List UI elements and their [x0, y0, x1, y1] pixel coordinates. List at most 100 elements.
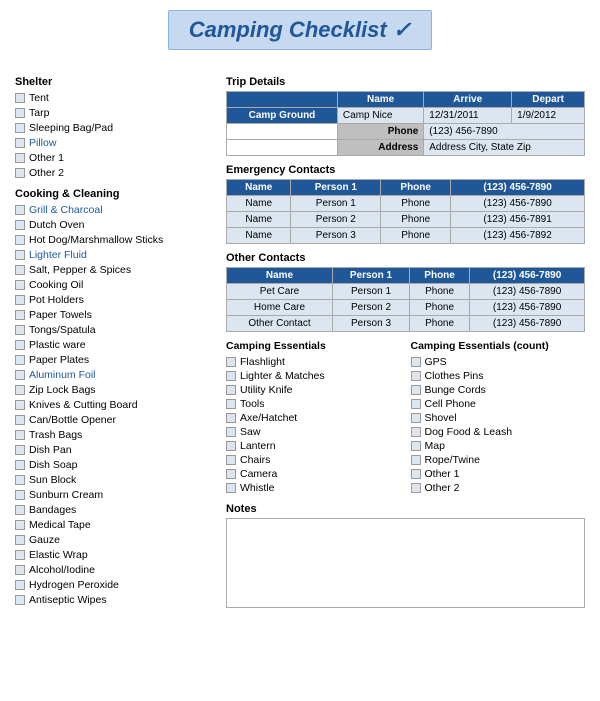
item-label: Sun Block	[29, 474, 76, 486]
checkbox[interactable]	[226, 427, 236, 437]
checkbox[interactable]	[15, 123, 25, 133]
checkbox[interactable]	[15, 460, 25, 470]
item-label: Hot Dog/Marshmallow Sticks	[29, 234, 163, 246]
item-label: Pot Holders	[29, 294, 84, 306]
checkbox[interactable]	[15, 400, 25, 410]
checkbox[interactable]	[15, 385, 25, 395]
checkbox[interactable]	[226, 455, 236, 465]
checkbox[interactable]	[15, 445, 25, 455]
trip-phone-label: Phone	[337, 124, 423, 140]
checkbox[interactable]	[226, 469, 236, 479]
list-item: Dog Food & Leash	[411, 425, 586, 438]
trip-depart: 1/9/2012	[512, 108, 585, 124]
checkbox[interactable]	[15, 340, 25, 350]
checkbox[interactable]	[226, 441, 236, 451]
checkbox[interactable]	[15, 310, 25, 320]
oc-name: Home Care	[227, 300, 333, 316]
notes-box[interactable]	[226, 518, 585, 608]
checkbox[interactable]	[15, 138, 25, 148]
checkbox[interactable]	[411, 357, 421, 367]
checkbox[interactable]	[411, 371, 421, 381]
checkbox[interactable]	[15, 280, 25, 290]
list-item: Tongs/Spatula	[15, 323, 210, 337]
checkbox[interactable]	[15, 475, 25, 485]
list-item: Plastic ware	[15, 338, 210, 352]
checkbox[interactable]	[226, 483, 236, 493]
list-item: Paper Towels	[15, 308, 210, 322]
essentials-left-col: Camping Essentials FlashlightLighter & M…	[226, 340, 401, 495]
checkbox[interactable]	[226, 371, 236, 381]
item-label: Sunburn Cream	[29, 489, 103, 501]
checkbox[interactable]	[226, 399, 236, 409]
checkbox[interactable]	[15, 220, 25, 230]
checkbox[interactable]	[15, 535, 25, 545]
checkbox[interactable]	[15, 265, 25, 275]
checkbox[interactable]	[15, 153, 25, 163]
ec-phone: Phone	[381, 212, 451, 228]
list-item: Hot Dog/Marshmallow Sticks	[15, 233, 210, 247]
checkbox[interactable]	[15, 235, 25, 245]
oc-col-number: (123) 456-7890	[470, 268, 585, 284]
ec-person: Person 3	[291, 228, 381, 244]
checkbox[interactable]	[411, 469, 421, 479]
checkbox[interactable]	[15, 580, 25, 590]
list-item: Medical Tape	[15, 518, 210, 532]
essentials-section: Camping Essentials FlashlightLighter & M…	[226, 340, 585, 495]
oc-phone: Phone	[410, 316, 470, 332]
list-item: Rope/Twine	[411, 453, 586, 466]
checkbox[interactable]	[15, 325, 25, 335]
checkbox[interactable]	[15, 505, 25, 515]
item-label: Tarp	[29, 107, 49, 119]
checkbox[interactable]	[411, 385, 421, 395]
checkbox[interactable]	[15, 250, 25, 260]
checkbox[interactable]	[15, 565, 25, 575]
checkbox[interactable]	[411, 413, 421, 423]
ec-phone: Phone	[381, 196, 451, 212]
checkbox[interactable]	[15, 295, 25, 305]
ess-label: Tools	[240, 398, 265, 410]
checkbox[interactable]	[411, 427, 421, 437]
checkbox[interactable]	[15, 490, 25, 500]
checkbox[interactable]	[15, 550, 25, 560]
item-label: Trash Bags	[29, 429, 82, 441]
checkbox[interactable]	[411, 455, 421, 465]
list-item: Sunburn Cream	[15, 488, 210, 502]
item-label: Hydrogen Peroxide	[29, 579, 119, 591]
checkbox[interactable]	[15, 430, 25, 440]
checkbox[interactable]	[226, 357, 236, 367]
checkbox[interactable]	[15, 520, 25, 530]
ess-label: GPS	[425, 356, 447, 368]
checkbox[interactable]	[15, 595, 25, 605]
trip-col-campground	[227, 92, 338, 108]
ec-col-name: Name	[227, 180, 291, 196]
checkbox[interactable]	[15, 205, 25, 215]
list-item: Pot Holders	[15, 293, 210, 307]
ess-label: Flashlight	[240, 356, 285, 368]
checkbox[interactable]	[15, 415, 25, 425]
list-item: Other 1	[15, 151, 210, 165]
checkbox[interactable]	[15, 355, 25, 365]
checkbox[interactable]	[411, 399, 421, 409]
item-label: Bandages	[29, 504, 76, 516]
list-item: Camera	[226, 467, 401, 480]
trip-phone-value: (123) 456-7890	[424, 124, 585, 140]
checkbox[interactable]	[411, 441, 421, 451]
item-label: Gauze	[29, 534, 60, 546]
list-item: Sun Block	[15, 473, 210, 487]
list-item: Shovel	[411, 411, 586, 424]
checkbox[interactable]	[15, 370, 25, 380]
item-label: Other 2	[29, 167, 64, 179]
trip-address-value: Address City, State Zip	[424, 140, 585, 156]
checkbox[interactable]	[15, 93, 25, 103]
list-item: Bunge Cords	[411, 383, 586, 396]
checkbox[interactable]	[411, 483, 421, 493]
table-row: Pet CarePerson 1Phone(123) 456-7890	[227, 284, 585, 300]
table-row: Home CarePerson 2Phone(123) 456-7890	[227, 300, 585, 316]
checkbox[interactable]	[226, 385, 236, 395]
checkbox[interactable]	[226, 413, 236, 423]
oc-phone: Phone	[410, 300, 470, 316]
checkbox[interactable]	[15, 108, 25, 118]
ec-number: (123) 456-7890	[451, 196, 585, 212]
shelter-heading: Shelter	[15, 76, 210, 88]
checkbox[interactable]	[15, 168, 25, 178]
